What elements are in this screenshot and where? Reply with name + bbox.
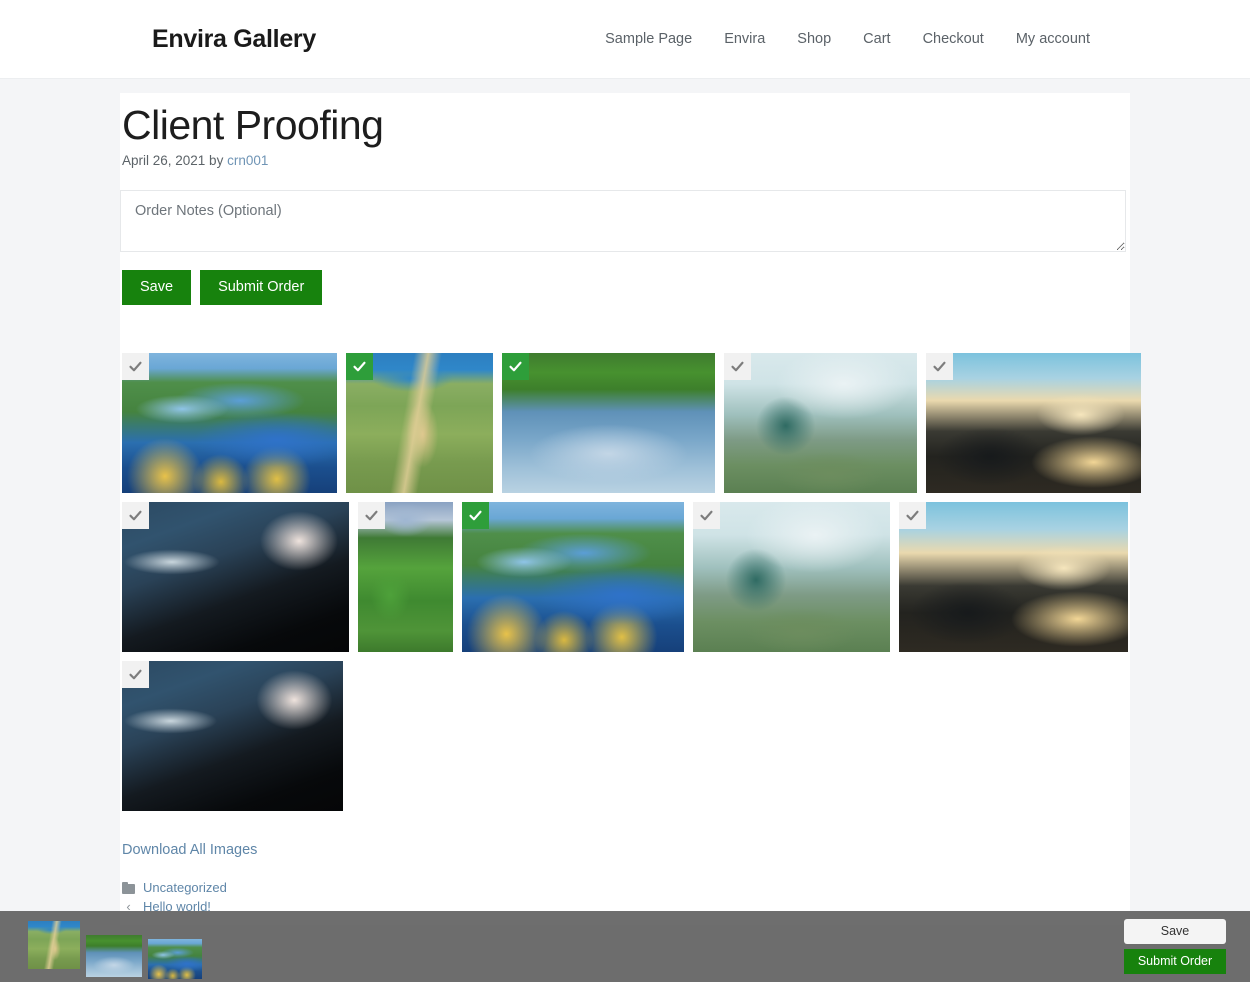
gallery-image-tile[interactable] [346,353,493,494]
proofing-toolbar: Save Submit Order [0,911,1250,982]
selected-thumbnail[interactable] [148,938,202,979]
entry-header: Client Proofing April 26, 2021 by crn001 [120,93,1130,168]
check-icon[interactable] [122,502,149,530]
gallery-image-tile[interactable] [724,353,917,494]
order-notes-input[interactable] [120,189,1126,252]
page-body: Client Proofing April 26, 2021 by crn001… [0,79,1250,982]
toolbar-save-button[interactable]: Save [1124,919,1226,944]
nav-item-cart[interactable]: Cart [863,31,890,47]
entry-date: April 26, 2021 by [122,152,228,168]
proofing-toolbar-actions: Save Submit Order [1124,919,1226,974]
check-icon[interactable] [462,502,489,530]
nav-item-shop[interactable]: Shop [797,31,831,47]
gallery-row [122,353,1141,494]
order-actions: Save Submit Order [122,269,1130,306]
nav-item-envira[interactable]: Envira [724,31,765,47]
nav-item-sample-page[interactable]: Sample Page [605,31,692,47]
site-brand[interactable]: Envira Gallery [152,25,316,54]
gallery-row [122,502,1130,653]
check-icon[interactable] [122,353,149,381]
gallery-photo [926,353,1141,494]
gallery-image-tile[interactable] [693,502,890,653]
main-navigation: Sample Page Envira Shop Cart Checkout My… [605,31,1130,47]
gallery-image-tile[interactable] [122,502,349,653]
gallery-photo [122,353,337,494]
gallery-photo [502,353,715,494]
category-link-uncategorized[interactable]: Uncategorized [143,879,227,898]
check-icon[interactable] [122,661,149,689]
thumbnail-photo [28,920,80,969]
gallery-photo [724,353,917,494]
post-category-row: Uncategorized [122,879,1130,898]
check-icon[interactable] [724,353,751,381]
gallery-photo [693,502,890,653]
download-all-images-link[interactable]: Download All Images [122,842,257,858]
submit-order-button[interactable]: Submit Order [200,269,323,306]
gallery-photo [122,502,349,653]
gallery-row [122,661,1130,812]
gallery-image-tile[interactable] [358,502,453,653]
post-content-card: Client Proofing April 26, 2021 by crn001… [120,93,1141,925]
check-icon[interactable] [358,502,385,530]
check-icon[interactable] [926,353,953,381]
check-icon[interactable] [899,502,926,530]
gallery-photo [122,661,343,812]
gallery-image-tile[interactable] [926,353,1141,494]
proofing-gallery [122,353,1141,812]
selected-thumbnail[interactable] [28,920,80,969]
nav-item-my-account[interactable]: My account [1016,31,1090,47]
gallery-image-tile[interactable] [502,353,715,494]
nav-item-checkout[interactable]: Checkout [923,31,984,47]
site-header: Envira Gallery Sample Page Envira Shop C… [0,0,1250,79]
page-title: Client Proofing [122,102,384,148]
entry-meta: April 26, 2021 by crn001 [122,153,1128,168]
check-icon[interactable] [346,353,373,381]
check-icon[interactable] [502,353,529,381]
gallery-photo [462,502,684,653]
gallery-image-tile[interactable] [462,502,684,653]
toolbar-submit-order-button[interactable]: Submit Order [1124,949,1226,974]
check-icon[interactable] [693,502,720,530]
gallery-image-tile[interactable] [122,661,343,812]
gallery-image-tile[interactable] [899,502,1128,653]
save-button[interactable]: Save [122,269,192,306]
thumbnail-photo [86,934,142,977]
selected-thumbnails-strip [28,920,208,979]
entry-author-link[interactable]: crn001 [227,153,268,168]
thumbnail-photo [148,938,202,979]
gallery-photo [899,502,1128,653]
folder-icon [122,881,135,894]
selected-thumbnail[interactable] [86,934,142,977]
gallery-image-tile[interactable] [122,353,337,494]
